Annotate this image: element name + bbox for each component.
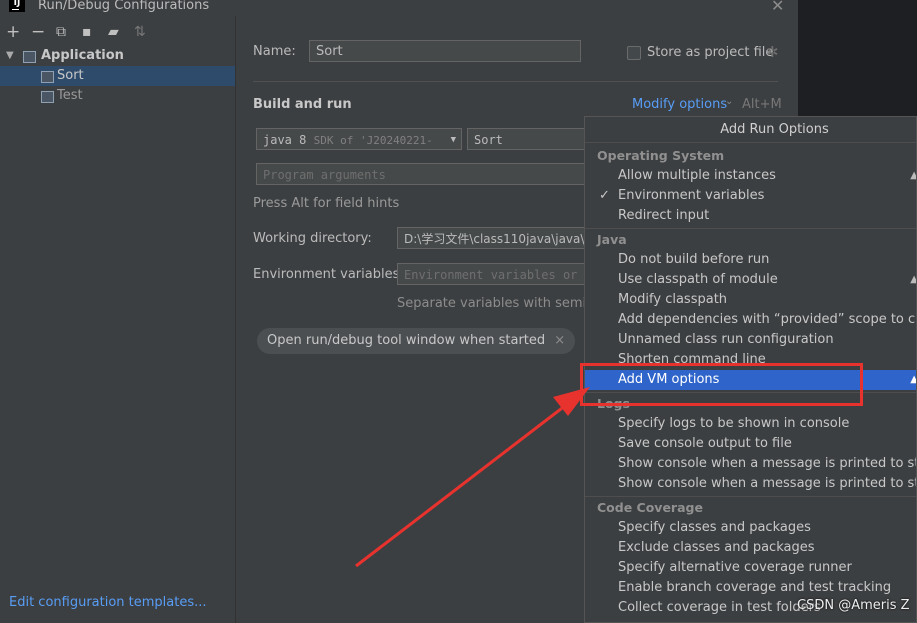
annotation-arrow xyxy=(355,387,590,568)
arrow-shaft xyxy=(355,400,571,568)
watermark-text: CSDN @Ameris Z xyxy=(797,598,910,613)
